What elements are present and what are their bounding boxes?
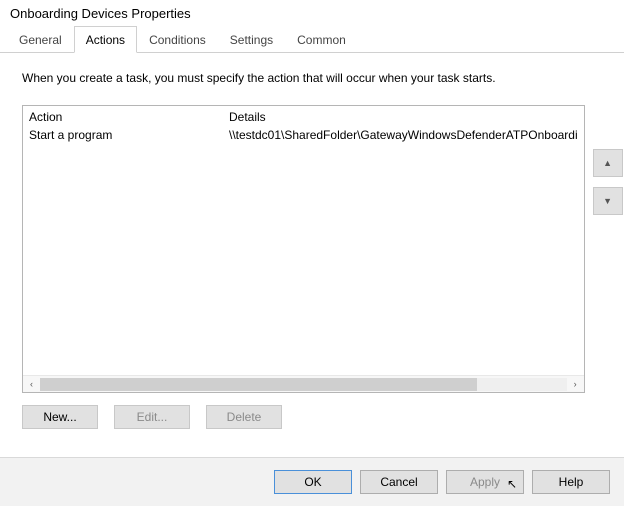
tab-common[interactable]: Common [285, 26, 358, 53]
help-button[interactable]: Help [532, 470, 610, 494]
ok-button[interactable]: OK [274, 470, 352, 494]
col-header-action[interactable]: Action [29, 110, 229, 124]
mouse-cursor-icon: ↖ [507, 477, 517, 491]
list-body[interactable]: Start a program \\testdc01\SharedFolder\… [23, 128, 584, 375]
reorder-buttons: ▲ ▼ [593, 105, 623, 393]
actions-panel: When you create a task, you must specify… [0, 53, 624, 439]
row-action: Start a program [29, 128, 229, 142]
move-up-button[interactable]: ▲ [593, 149, 623, 177]
tab-conditions[interactable]: Conditions [137, 26, 218, 53]
tab-actions[interactable]: Actions [74, 26, 137, 53]
scroll-thumb[interactable] [40, 378, 477, 391]
scroll-track[interactable] [40, 378, 567, 391]
apply-button[interactable]: Apply ↖ [446, 470, 524, 494]
chevron-down-icon: ▼ [603, 196, 612, 206]
scroll-right-icon[interactable]: › [567, 376, 584, 393]
horizontal-scrollbar[interactable]: ‹ › [23, 375, 584, 392]
tab-settings[interactable]: Settings [218, 26, 285, 53]
apply-label: Apply [470, 475, 500, 489]
window-title: Onboarding Devices Properties [0, 0, 624, 25]
row-details: \\testdc01\SharedFolder\GatewayWindowsDe… [229, 128, 578, 142]
col-header-details[interactable]: Details [229, 110, 578, 124]
chevron-up-icon: ▲ [603, 158, 612, 168]
tab-general[interactable]: General [7, 26, 74, 53]
list-action-buttons: New... Edit... Delete [22, 405, 604, 429]
actions-list[interactable]: Action Details Start a program \\testdc0… [22, 105, 585, 393]
cancel-button[interactable]: Cancel [360, 470, 438, 494]
tab-strip: General Actions Conditions Settings Comm… [0, 25, 624, 53]
edit-button[interactable]: Edit... [114, 405, 190, 429]
list-header: Action Details [23, 106, 584, 128]
new-button[interactable]: New... [22, 405, 98, 429]
scroll-left-icon[interactable]: ‹ [23, 376, 40, 393]
instruction-text: When you create a task, you must specify… [22, 71, 604, 85]
delete-button[interactable]: Delete [206, 405, 282, 429]
list-row[interactable]: Start a program \\testdc01\SharedFolder\… [29, 128, 578, 144]
move-down-button[interactable]: ▼ [593, 187, 623, 215]
dialog-footer: OK Cancel Apply ↖ Help [0, 458, 624, 506]
